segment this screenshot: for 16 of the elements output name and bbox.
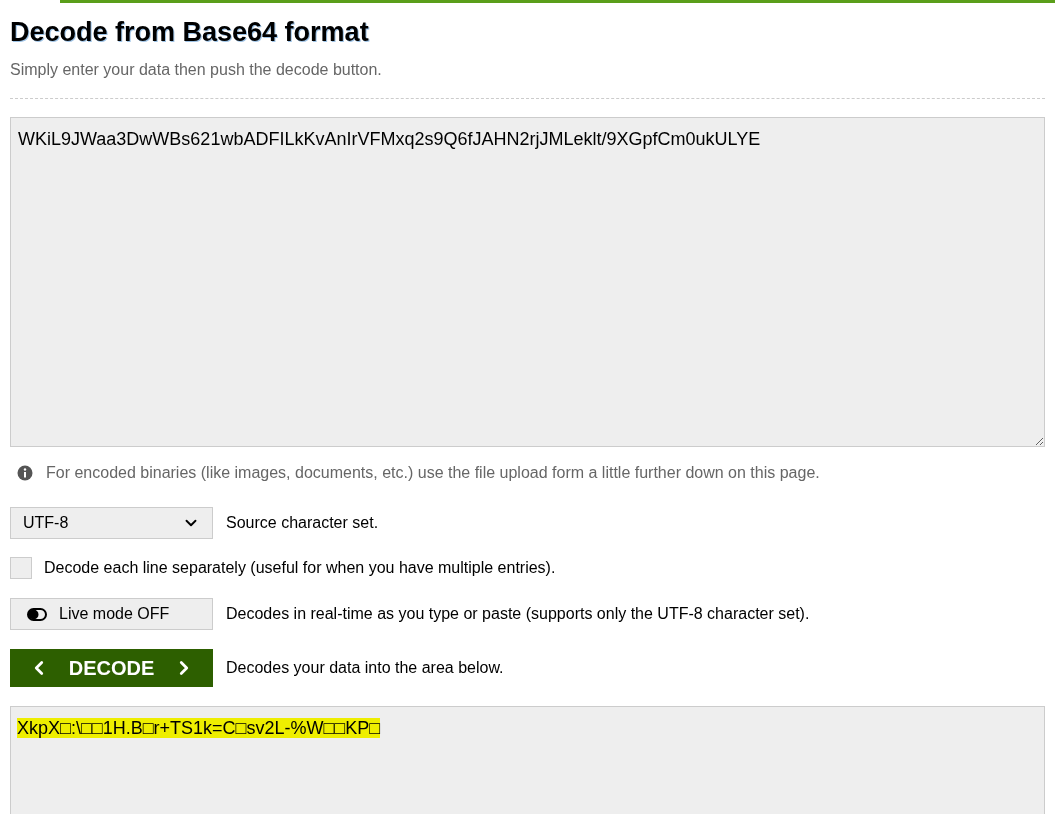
checkbox-label: Decode each line separately (useful for when you have multiple entries). [44,558,556,578]
toggle-icon [27,607,47,621]
page-title: Decode from Base64 format [10,16,369,48]
charset-label: Source character set. [226,513,379,533]
input-field[interactable]: WKiL9JWaa3DwWBs621wbADFILkKvAnIrVFMxq2s9Q6fJAHN2rjJMLeklt/9XGpfCm0ukULYE [10,117,1045,447]
decode-description: Decodes your data into the area below. [226,658,504,678]
live-mode-button[interactable]: Live mode OFF [10,598,213,630]
output-text: XkpX□:\□□1H.B□r+TS1k=C□sv2L-%W□□KP□ [17,718,381,738]
info-text: For encoded binaries (like images, documents, etc.) use the file upload form a little further down on this page. [46,463,820,483]
checkbox[interactable] [10,557,32,579]
live-mode-description: Decodes in real-time as you type or paste (supports only the UTF-8 character set). [226,604,810,624]
page-subtitle: Simply enter your data then push the decode button. [10,60,382,80]
charset-select[interactable]: UTF-8 [10,507,213,539]
info-icon [17,465,33,481]
output-field[interactable]: XkpX□:\□□1H.B□r+TS1k=C□sv2L-%W□□KP□ [10,706,1045,814]
decode-button[interactable]: DECODE [10,649,213,687]
